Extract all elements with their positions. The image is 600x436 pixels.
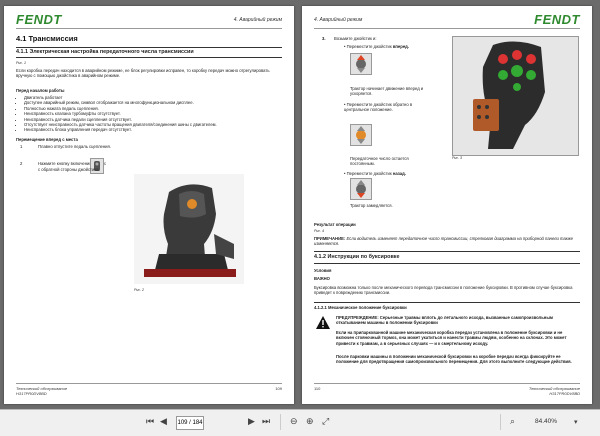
note: ПРИМЕЧАНИЕ: Если водитель изменяет перед…: [314, 236, 573, 247]
page-footer: Технический обслуживание H317PR0DV8BD 10…: [16, 383, 282, 396]
footer-code: H317PR0DV8BD: [16, 391, 47, 396]
joystick-center-icon: [350, 124, 372, 146]
search-icon[interactable]: ⌕: [510, 416, 515, 427]
fit-page-icon[interactable]: ⤢: [322, 416, 329, 427]
figure-label: Рис. 3: [452, 156, 462, 160]
prev-page-button[interactable]: ◀: [160, 416, 167, 427]
step-text: Возьмите джойстик и:: [334, 36, 377, 41]
joystick-forward-icon: [350, 53, 372, 75]
page-header: 4. Аварийный режим FENDT: [314, 12, 580, 29]
page-number-input[interactable]: [176, 416, 204, 430]
joystick-figure: [452, 36, 579, 156]
warning-icon: [316, 316, 330, 329]
intro-text: Если коробка передач находится в аварийн…: [16, 68, 270, 79]
page-footer: 110 Технический обслуживание H317PR0DV8B…: [314, 383, 580, 396]
bullet-result: Передаточное число остается постоянным.: [350, 156, 409, 167]
next-page-button[interactable]: ▶: [248, 416, 255, 427]
bullet-text: • Переместите джойстик обратно в централ…: [344, 102, 413, 113]
subsection-title: 4.1.2.1 Механическое положение буксировк…: [314, 305, 407, 310]
bullet-result: Трактор начинает движение вперед и ускор…: [350, 86, 424, 97]
result-title: Результат операции: [314, 222, 356, 227]
step-text: с обратной стороны джойстика.: [38, 166, 100, 172]
warning-text: После парковки машины в положении механи…: [336, 354, 572, 365]
page-number: 109: [275, 386, 282, 391]
header-title: 4. Аварийный режим: [314, 17, 363, 23]
bullet-text: • Переместите джойстик вперед.: [344, 44, 409, 49]
bullet-text: • Переместите джойстик назад.: [344, 171, 406, 176]
zoom-out-icon[interactable]: ⊖: [290, 416, 298, 427]
list-item: Неисправность блока управления передач о…: [24, 127, 278, 132]
figure-label: Рис. 1: [16, 61, 26, 65]
tow-text: Буксировка возможна только после механич…: [314, 285, 573, 296]
step-text: Плавно отпустите педаль сцепления.: [38, 144, 111, 149]
fendt-logo: FENDT: [534, 12, 580, 27]
header-title: 4. Аварийный режим: [233, 17, 282, 23]
warning-title: ПРЕДУПРЕЖДЕНИЕ: Серьезные травмы вплоть …: [336, 315, 553, 326]
joystick-image: [134, 174, 244, 284]
important-label: ВАЖНО: [314, 276, 330, 281]
step-number: 1: [20, 144, 23, 149]
step-number: 2: [20, 161, 23, 166]
warning-text: Если на припаркованной машине механическ…: [336, 330, 567, 346]
figure-label: Рис. 4: [314, 229, 324, 233]
section-title: 4.1 Трансмиссия: [16, 34, 78, 43]
last-page-button[interactable]: ⏭: [262, 416, 270, 427]
subsection-title: 4.1.2 Инструкции по буксировке: [314, 254, 400, 260]
page-number: 110: [314, 386, 321, 391]
step-number: 3.: [322, 36, 326, 41]
first-page-button[interactable]: ⏮: [146, 416, 154, 427]
before-title: Перед началом работы: [16, 88, 65, 93]
bullet-result: Трактор замедляется.: [350, 203, 393, 208]
right-page: 4. Аварийный режим FENDT 3. Возьмите джо…: [302, 6, 592, 404]
zoom-level[interactable]: 84.40%: [535, 418, 557, 425]
zoom-in-icon[interactable]: ⊕: [306, 416, 314, 427]
footer-code: H317PR0DV8BD: [549, 391, 580, 396]
before-list: Двигатель работает Доступен аварийный ре…: [16, 95, 278, 133]
left-page: FENDT 4. Аварийный режим 4.1 Трансмиссия…: [4, 6, 294, 404]
conditions-label: Условия: [314, 268, 332, 273]
zoom-dropdown-icon[interactable]: ▾: [574, 418, 578, 426]
moving-title: Перемещение вперед с места: [16, 137, 78, 142]
subsection-title: 4.1.1 Электрическая настройка передаточн…: [16, 49, 194, 55]
viewer-toolbar: ⏮ ◀ ▶ ⏭ ⊖ ⊕ ⤢ ⌕ 84.40% ▾: [0, 409, 600, 436]
fendt-logo: FENDT: [16, 12, 62, 27]
page-header: FENDT 4. Аварийный режим: [16, 12, 282, 29]
joystick-back-icon: [350, 178, 372, 200]
figure-label: Рис. 2: [134, 288, 144, 292]
